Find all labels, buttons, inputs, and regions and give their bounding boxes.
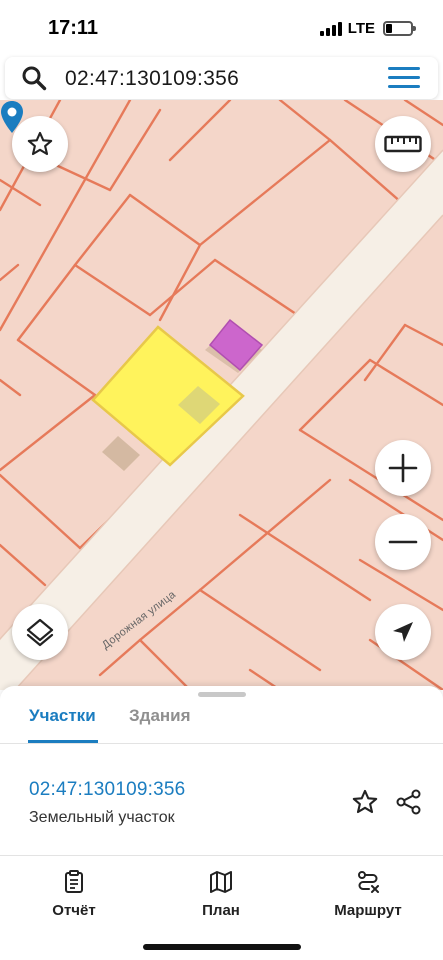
- tab-parcels[interactable]: Участки: [28, 706, 98, 743]
- search-bar[interactable]: 02:47:130109:356: [5, 57, 438, 99]
- share-icon: [396, 789, 421, 815]
- battery-icon: [383, 21, 416, 36]
- nav-plan-label: План: [202, 902, 240, 919]
- search-input[interactable]: 02:47:130109:356: [65, 67, 239, 91]
- report-icon: [65, 870, 83, 893]
- nav-route-label: Маршрут: [334, 902, 402, 919]
- share-button[interactable]: [393, 786, 425, 818]
- nav-report[interactable]: Отчёт: [24, 870, 124, 919]
- status-time: 17:11: [48, 17, 99, 39]
- status-indicators: LTE: [319, 20, 416, 37]
- navigation-arrow-icon: [393, 622, 413, 642]
- minus-icon: [388, 540, 418, 544]
- plus-icon: [388, 453, 418, 483]
- menu-icon[interactable]: [388, 67, 420, 89]
- home-indicator[interactable]: [143, 944, 301, 950]
- nav-report-label: Отчёт: [52, 902, 96, 919]
- favorite-result-button[interactable]: [349, 786, 381, 818]
- map-icon: [210, 871, 232, 893]
- favorite-button[interactable]: [12, 116, 68, 172]
- sheet-drag-handle[interactable]: [198, 692, 246, 697]
- map-view[interactable]: Дорожная улица: [0, 100, 443, 690]
- status-bar: 17:11 LTE: [0, 0, 443, 56]
- cadastral-number-link[interactable]: 02:47:130109:356: [29, 779, 185, 801]
- star-icon: [352, 789, 378, 814]
- layers-icon: [26, 618, 54, 647]
- result-item[interactable]: 02:47:130109:356 Земельный участок: [0, 746, 443, 856]
- zoom-in-button[interactable]: [375, 440, 431, 496]
- search-icon[interactable]: [21, 65, 47, 91]
- layers-button[interactable]: [12, 604, 68, 660]
- star-icon: [27, 131, 53, 156]
- zoom-out-button[interactable]: [375, 514, 431, 570]
- locate-button[interactable]: [375, 604, 431, 660]
- map-canvas: [0, 100, 443, 690]
- tab-buildings[interactable]: Здания: [129, 706, 191, 726]
- nav-route[interactable]: Маршрут: [318, 870, 418, 919]
- route-icon: [358, 871, 379, 893]
- result-type-label: Земельный участок: [29, 809, 175, 826]
- bottom-navigation: Отчёт План Маршрут: [0, 870, 443, 930]
- ruler-button[interactable]: [375, 116, 431, 172]
- nav-plan[interactable]: План: [171, 870, 271, 919]
- result-tabs: Участки Здания: [0, 706, 443, 744]
- network-type: LTE: [347, 20, 375, 37]
- signal-icon: [319, 21, 342, 36]
- ruler-icon: [384, 135, 422, 153]
